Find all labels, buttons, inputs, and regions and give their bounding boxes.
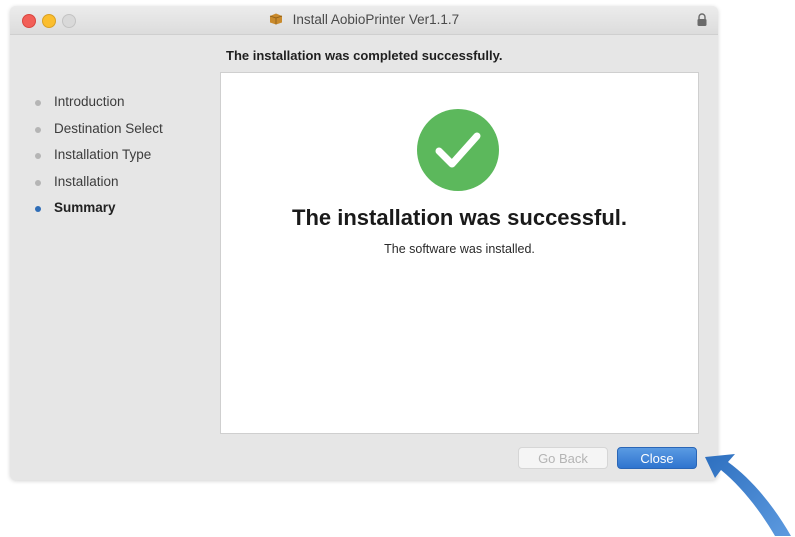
title-bar: Install AobioPrinter Ver1.1.7: [10, 6, 718, 35]
step-label: Destination Select: [54, 120, 163, 136]
close-button[interactable]: Close: [617, 447, 697, 469]
step-bullet-icon: [35, 126, 41, 133]
step-bullet-icon: [35, 100, 41, 106]
sidebar-step-introduction: Introduction: [28, 92, 218, 119]
success-title: The installation was successful.: [292, 205, 627, 230]
active-step-bullet-icon: [35, 206, 41, 212]
installation-status-header: The installation was completed successfu…: [226, 48, 503, 63]
pointer-arrow-icon: [705, 454, 791, 536]
go-back-button[interactable]: Go Back: [518, 447, 608, 469]
sidebar-step-installation-type: Installation Type: [28, 145, 218, 172]
step-label: Installation: [54, 173, 119, 189]
step-label: Introduction: [54, 94, 125, 109]
lock-icon: [697, 13, 707, 26]
installer-window: Install AobioPrinter Ver1.1.7 The instal…: [10, 6, 718, 480]
installer-steps-sidebar: Introduction Destination Select Installa…: [28, 92, 218, 225]
sidebar-step-destination-select: Destination Select: [28, 119, 218, 146]
checkmark-circle-icon: [417, 109, 499, 191]
summary-content-panel: The installation was successful. The sof…: [220, 72, 699, 434]
step-label: Installation Type: [54, 147, 152, 162]
window-title: Install AobioPrinter Ver1.1.7: [292, 12, 460, 27]
sidebar-step-installation: Installation: [28, 172, 218, 199]
step-bullet-icon: [35, 179, 41, 186]
screenshot-stage: Install AobioPrinter Ver1.1.7 The instal…: [0, 0, 795, 537]
package-icon: [269, 13, 282, 25]
success-subtitle: The software was installed.: [384, 242, 535, 256]
window-title-container: Install AobioPrinter Ver1.1.7: [10, 12, 718, 27]
sidebar-step-summary: Summary: [28, 198, 218, 225]
step-label: Summary: [54, 200, 116, 215]
step-bullet-icon: [35, 153, 41, 159]
